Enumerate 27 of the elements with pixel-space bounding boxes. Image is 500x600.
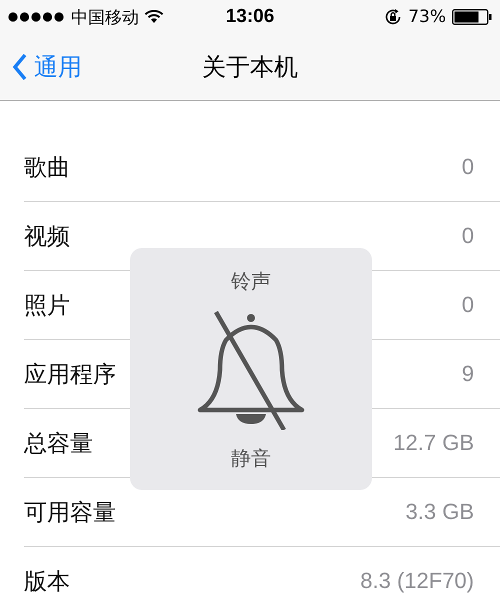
chevron-left-icon <box>12 53 28 81</box>
page-title: 关于本机 <box>202 52 298 83</box>
rotation-lock-icon <box>384 8 402 26</box>
clock-time: 13:06 <box>226 6 274 28</box>
battery-icon <box>452 9 492 25</box>
row-value: 8.3 (12F70) <box>360 568 474 594</box>
row-value: 0 <box>462 292 474 318</box>
muted-bell-icon <box>196 310 306 430</box>
row-label: 照片 <box>24 292 70 320</box>
row-label: 可用容量 <box>24 498 116 528</box>
row-label: 视频 <box>24 222 70 252</box>
overlay-title: 铃声 <box>231 268 271 295</box>
row-value: 9 <box>462 361 474 387</box>
wifi-icon <box>144 10 164 24</box>
overlay-status: 静音 <box>231 445 271 472</box>
row-value: 0 <box>462 223 474 249</box>
row-label: 总容量 <box>24 430 93 458</box>
battery-percent: 73% <box>408 7 446 27</box>
row-label: 应用程序 <box>24 360 116 390</box>
row-value: 12.7 GB <box>393 430 474 456</box>
row-value: 3.3 GB <box>406 499 474 525</box>
row-label: 版本 <box>24 568 70 596</box>
carrier-name: 中国移动 <box>71 6 139 28</box>
signal-icon <box>8 12 66 22</box>
row-value: 0 <box>462 154 474 180</box>
back-button[interactable]: 通用 <box>0 50 88 84</box>
row-label: 歌曲 <box>24 154 70 182</box>
